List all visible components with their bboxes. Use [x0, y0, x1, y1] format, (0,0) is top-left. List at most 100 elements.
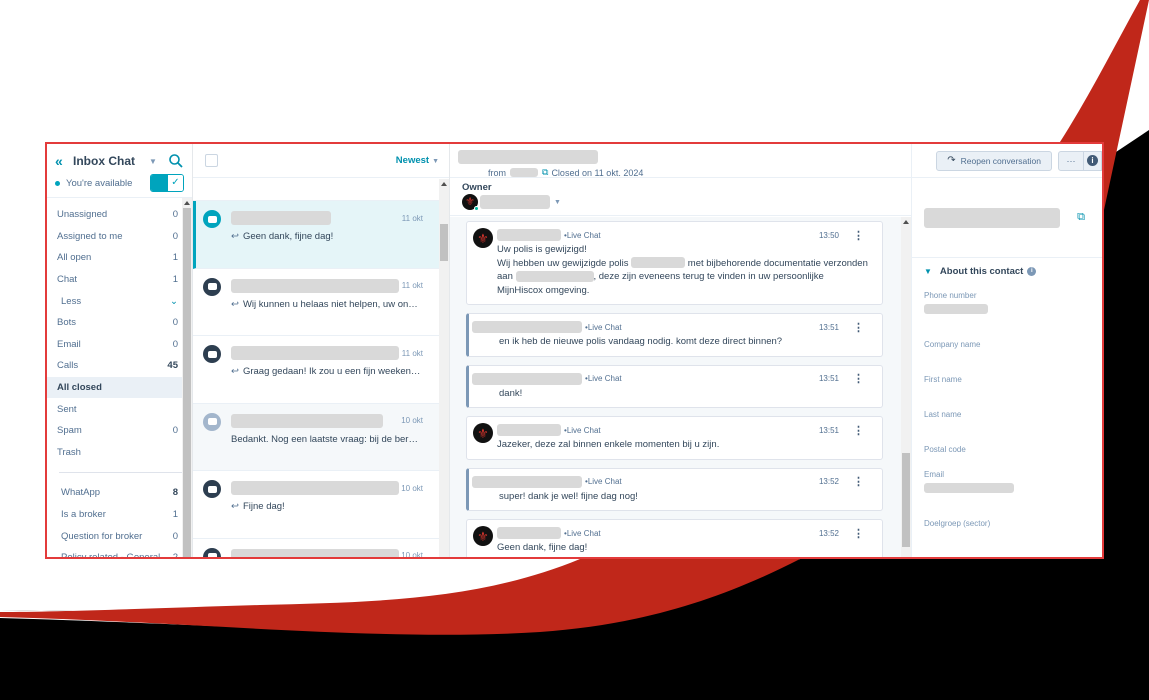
- scroll-up-icon[interactable]: [441, 182, 447, 186]
- inbox-title[interactable]: Inbox Chat: [73, 154, 135, 168]
- conversation-list-item[interactable]: 10 okt ↩ Fijne dag!: [193, 471, 439, 539]
- contact-field[interactable]: Postal code: [924, 445, 1092, 454]
- info-button[interactable]: i: [1084, 150, 1102, 171]
- sidebar-item-trash[interactable]: Trash: [47, 442, 192, 464]
- external-link-icon[interactable]: ⧉: [542, 167, 548, 178]
- select-all-checkbox[interactable]: [205, 154, 218, 167]
- sidebar-scrollbar[interactable]: [182, 198, 192, 557]
- message-options-icon[interactable]: ⋮: [853, 424, 864, 437]
- sidebar-item-sent[interactable]: Sent: [47, 398, 192, 420]
- about-contact-toggle[interactable]: ▼ About this contact i: [924, 266, 1092, 277]
- availability-label: You're available: [66, 177, 133, 189]
- field-value-redacted: [924, 304, 988, 314]
- message-text: MijnHiscox omgeving.: [497, 284, 590, 296]
- sort-dropdown[interactable]: Newest ▼: [396, 155, 439, 166]
- message-options-icon[interactable]: ⋮: [853, 321, 864, 334]
- contact-field[interactable]: First name: [924, 375, 1092, 384]
- owner-dropdown[interactable]: ⚜ ▼: [462, 194, 911, 211]
- conversation-list-item[interactable]: 11 okt ↩ Graag gedaan! Ik zou u een fijn w…: [193, 336, 439, 404]
- field-label: First name: [924, 375, 962, 384]
- field-label: Postal code: [924, 445, 966, 454]
- search-icon[interactable]: [168, 153, 184, 169]
- caret-down-icon: ▼: [432, 158, 439, 165]
- sidebar-item-assigned-to-me[interactable]: Assigned to me 0: [47, 226, 192, 248]
- contact-field[interactable]: Phone number: [924, 291, 1092, 314]
- channel-label: Live Chat: [587, 374, 622, 383]
- channel-label: Live Chat: [587, 322, 622, 332]
- sidebar-item-spam[interactable]: Spam 0: [47, 420, 192, 442]
- contact-field[interactable]: Company name: [924, 340, 1092, 349]
- conversation-preview: ↩ Wij kunnen u helaas niet helpen, uw ond…: [231, 299, 423, 310]
- owner-label: Owner: [462, 182, 492, 193]
- message-text: Wij hebben uw gewijzigde polis: [497, 257, 629, 269]
- inbox-switcher-caret-icon[interactable]: ▼: [149, 157, 157, 166]
- reopen-conversation-button[interactable]: ↷ Reopen conversation: [936, 150, 1052, 171]
- collapse-sidebar-icon[interactable]: «: [55, 153, 73, 169]
- conversation-list-item[interactable]: 11 okt ↩ Wij kunnen u helaas niet helpen, …: [193, 269, 439, 336]
- message-options-icon[interactable]: ⋮: [853, 475, 864, 488]
- message-options-icon[interactable]: ⋮: [853, 527, 864, 540]
- sidebar-item-all-open[interactable]: All open 1: [47, 247, 192, 269]
- conversation-list-item[interactable]: 10 okt Bedankt. Nog een laatste vraag: bi…: [193, 403, 439, 471]
- scroll-up-icon[interactable]: [903, 220, 909, 224]
- sidebar-view-is-a-broker[interactable]: Is a broker 1: [47, 504, 192, 526]
- conversation-list-scrollbar[interactable]: [439, 179, 449, 557]
- sidebar-item-unassigned[interactable]: Unassigned 0: [47, 204, 192, 226]
- thread-scrollbar[interactable]: [901, 217, 911, 557]
- sidebar-item-all-closed[interactable]: All closed: [47, 376, 192, 399]
- field-label: Company name: [924, 340, 981, 349]
- sidebar-item-count: 0: [172, 209, 178, 221]
- external-link-icon[interactable]: ⧉: [1077, 211, 1085, 224]
- sidebar-item-email[interactable]: Email 0: [47, 334, 192, 356]
- message-options-icon[interactable]: ⋮: [853, 372, 864, 385]
- chat-bubble-icon: [203, 480, 221, 498]
- sender-name-redacted: [472, 475, 582, 488]
- sidebar-item-count: 0: [172, 230, 178, 242]
- preview-text: Graag gedaan! Ik zou u een fijn weekend …: [242, 366, 423, 377]
- conversation-date: 10 okt: [401, 551, 423, 557]
- contact-field[interactable]: Email: [924, 470, 1092, 493]
- conversation-thread: from ⧉ Closed on 11 okt. 2024 Owner ⚜ ▼ …: [450, 144, 911, 557]
- channel-label: Live Chat: [587, 477, 622, 486]
- sidebar-view-question-for-broker[interactable]: Question for broker 0: [47, 525, 192, 547]
- sidebar-view-whatapp[interactable]: WhatApp 8: [47, 482, 192, 504]
- message-body: Jazeker, deze zal binnen enkele momenten…: [497, 438, 872, 452]
- info-icon: i: [1087, 155, 1098, 166]
- conversation-date: 11 okt: [401, 281, 423, 290]
- sidebar-item-bots[interactable]: Bots 0: [47, 312, 192, 334]
- sidebar-item-calls[interactable]: Calls 45: [47, 355, 192, 377]
- more-actions-button[interactable]: ···: [1058, 150, 1084, 171]
- sort-label: Newest: [395, 155, 430, 166]
- sidebar-item-chat[interactable]: Chat 1: [47, 269, 192, 291]
- sender-name-redacted: [497, 229, 561, 241]
- conversation-list-item[interactable]: 11 okt ↩ Geen dank, fijne dag!: [193, 201, 439, 269]
- conversation-preview: Bedankt. Nog een laatste vraag: bij de b…: [231, 434, 423, 445]
- message-time: 13:52: [818, 528, 839, 538]
- owner-avatar: ⚜: [462, 194, 479, 211]
- field-value-redacted: [924, 483, 1014, 493]
- scroll-up-icon[interactable]: [184, 201, 190, 205]
- contact-field[interactable]: Last name: [924, 410, 1092, 419]
- contact-name-redacted[interactable]: [924, 207, 1060, 228]
- message-options-icon[interactable]: ⋮: [853, 229, 864, 242]
- sidebar-item-label: Calls: [57, 360, 79, 372]
- preview-text: Geen dank, fijne dag!: [242, 231, 334, 242]
- caret-down-icon: ▼: [554, 198, 561, 206]
- sidebar-item-label: Unassigned: [57, 209, 108, 221]
- sidebar-item-label: Question for broker: [61, 530, 143, 542]
- conversation-list-item[interactable]: 10 okt: [193, 539, 439, 557]
- sidebar-view-policy-related-general[interactable]: Policy related - General 2: [47, 547, 192, 557]
- sidebar-item-label: All closed: [57, 382, 102, 394]
- sidebar-toggle-less[interactable]: Less ⌄: [47, 290, 192, 312]
- sidebar-item-label: Email: [57, 338, 81, 350]
- sidebar-item-count: 1: [172, 252, 178, 264]
- conversation-preview: ↩ Geen dank, fijne dag!: [231, 231, 423, 242]
- availability-toggle[interactable]: ✓: [150, 174, 184, 192]
- contact-name-redacted: [231, 211, 331, 225]
- message-line: Jazeker, deze zal binnen enkele momenten…: [497, 439, 720, 450]
- sidebar-item-label: Sent: [57, 403, 77, 415]
- contact-field[interactable]: Doelgroep (sector): [924, 519, 1092, 528]
- sidebar-item-count: 0: [172, 317, 178, 329]
- sidebar-item-count: 0: [172, 425, 178, 437]
- visitor-message: • Live Chat 13:51 ⋮ dank!: [466, 364, 883, 408]
